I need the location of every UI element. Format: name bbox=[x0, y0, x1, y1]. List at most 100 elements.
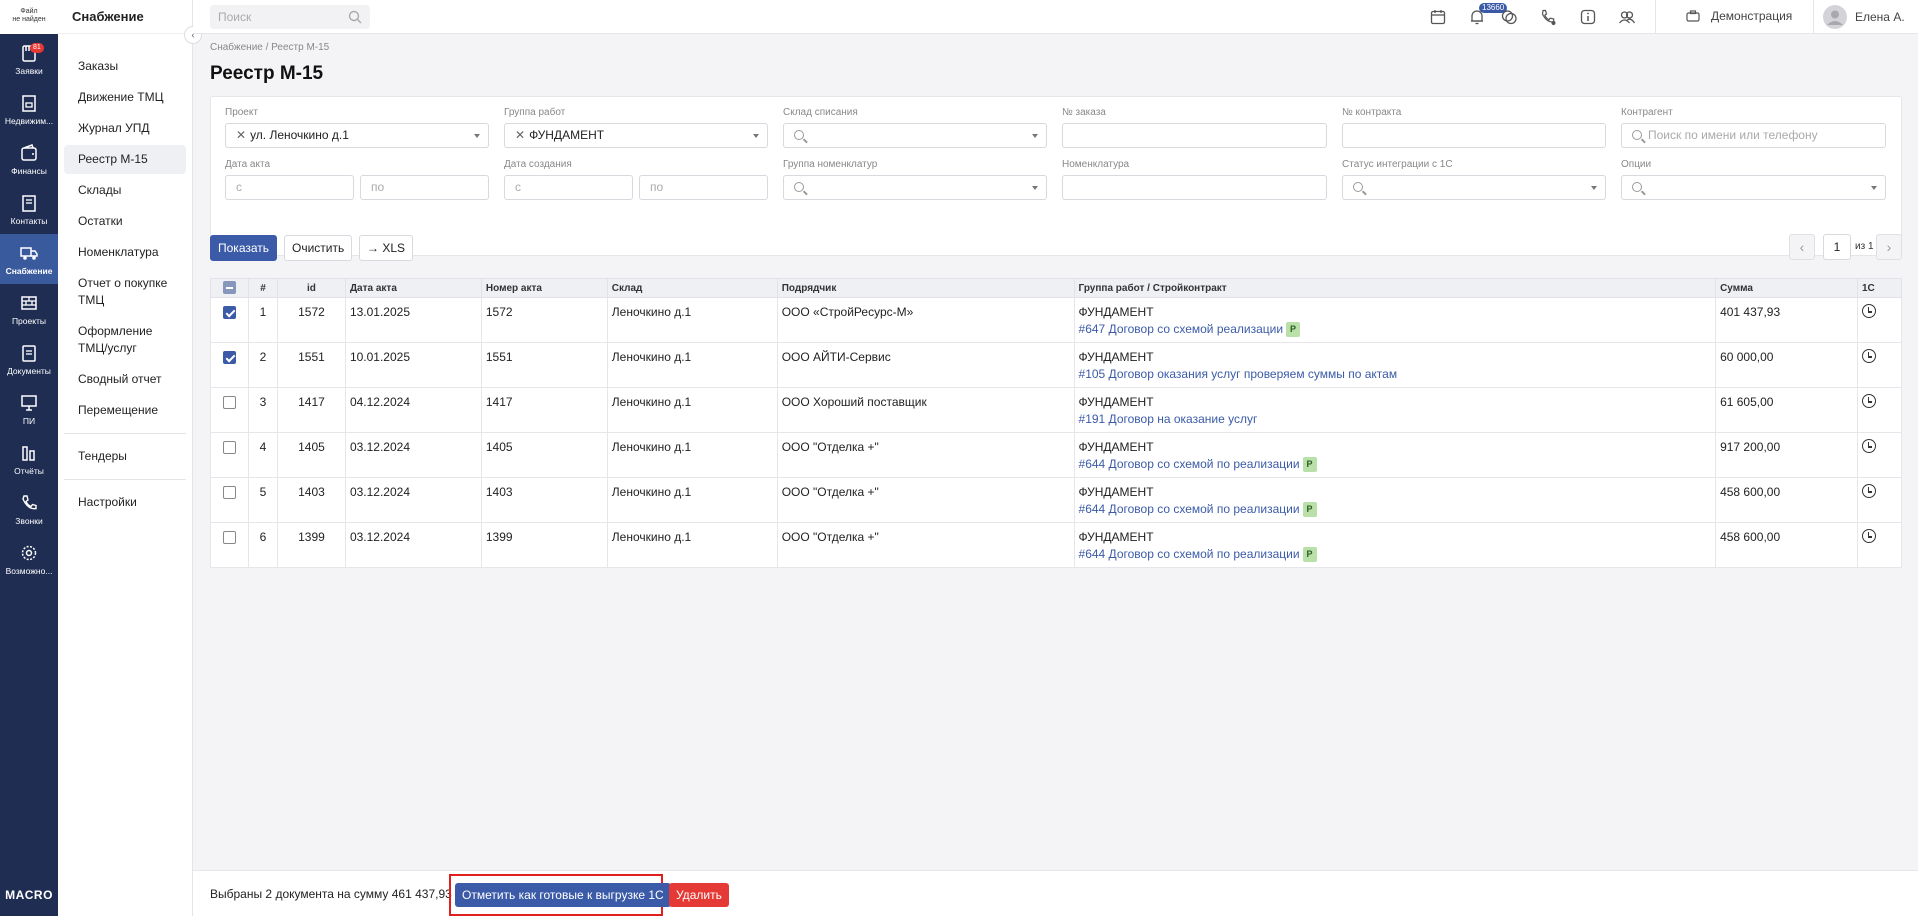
row-checkbox[interactable] bbox=[222, 396, 236, 409]
rail-item-wallet[interactable]: Финансы bbox=[0, 134, 58, 184]
subnav-item[interactable]: Номенклатура bbox=[64, 238, 186, 267]
row-select-cell[interactable] bbox=[210, 342, 249, 388]
clock-icon[interactable] bbox=[1861, 484, 1876, 498]
row-id-link[interactable]: 1403 bbox=[276, 477, 346, 523]
row-id-link[interactable]: 1399 bbox=[276, 522, 346, 568]
contract-link[interactable]: #647 Договор со схемой реализации bbox=[1079, 322, 1284, 336]
status-1c-select[interactable] bbox=[1342, 175, 1606, 200]
column-header[interactable]: Склад bbox=[606, 278, 778, 298]
row-select-cell[interactable] bbox=[210, 297, 249, 343]
subnav-item[interactable]: Сводный отчет bbox=[64, 365, 186, 394]
row-checkbox[interactable] bbox=[222, 306, 236, 319]
table-row[interactable]: 1 1572 13.01.2025 1572 Леночкино д.1 ООО «Стр… bbox=[210, 297, 1903, 343]
row-checkbox[interactable] bbox=[222, 441, 236, 454]
column-header[interactable]: Дата акта bbox=[344, 278, 482, 298]
delete-button[interactable]: Удалить bbox=[669, 883, 729, 907]
rail-item-gear[interactable]: Возможно... bbox=[0, 534, 58, 584]
row-id-link[interactable]: 1405 bbox=[276, 432, 346, 478]
chat-icon[interactable] bbox=[1500, 8, 1518, 26]
rail-item-bar-chart[interactable]: Отчёты bbox=[0, 434, 58, 484]
subnav-item[interactable]: Оформление ТМЦ/услуг bbox=[64, 317, 186, 363]
prev-page-button[interactable]: ‹ bbox=[1789, 234, 1815, 260]
table-row[interactable]: 6 1399 03.12.2024 1399 Леночкино д.1 ООО "Отд… bbox=[210, 522, 1903, 568]
table-row[interactable]: 2 1551 10.01.2025 1551 Леночкино д.1 ООО АЙТИ… bbox=[210, 342, 1903, 388]
table-row[interactable]: 4 1405 03.12.2024 1405 Леночкино д.1 ООО "Отд… bbox=[210, 432, 1903, 478]
page-number-input[interactable]: 1 bbox=[1823, 234, 1851, 260]
rail-item-monitor[interactable]: ПИ bbox=[0, 384, 58, 434]
rail-item-truck[interactable]: Снабжение bbox=[0, 234, 58, 284]
rail-item-contacts[interactable]: Контакты bbox=[0, 184, 58, 234]
info-icon[interactable] bbox=[1579, 8, 1597, 26]
created-date-from-input[interactable]: с bbox=[504, 175, 633, 200]
nomenclature-group-select[interactable] bbox=[783, 175, 1047, 200]
next-page-button[interactable]: › bbox=[1876, 234, 1902, 260]
select-all-cell[interactable] bbox=[210, 278, 249, 298]
global-search-input[interactable]: Поиск bbox=[210, 5, 370, 29]
user-menu[interactable]: Елена А. bbox=[1823, 5, 1905, 29]
clear-icon[interactable]: ✕ bbox=[236, 124, 246, 147]
rail-item-clipboard[interactable]: Заявки 81 bbox=[0, 34, 58, 84]
clear-button[interactable]: Очистить bbox=[284, 235, 353, 261]
row-checkbox[interactable] bbox=[222, 486, 236, 499]
clock-icon[interactable] bbox=[1861, 349, 1876, 363]
team-icon[interactable] bbox=[1618, 8, 1636, 26]
clock-icon[interactable] bbox=[1861, 394, 1876, 408]
row-id-link[interactable]: 1551 bbox=[276, 342, 346, 388]
nomenclature-input[interactable] bbox=[1062, 175, 1327, 200]
row-select-cell[interactable] bbox=[210, 522, 249, 568]
subnav-item[interactable]: Остатки bbox=[64, 207, 186, 236]
subnav-item[interactable]: Заказы bbox=[64, 52, 186, 81]
clock-icon[interactable] bbox=[1861, 439, 1876, 453]
rail-item-bricks[interactable]: Проекты bbox=[0, 284, 58, 334]
row-checkbox[interactable] bbox=[222, 531, 236, 544]
subnav-item[interactable]: Журнал УПД bbox=[64, 114, 186, 143]
contract-link[interactable]: #191 Договор на оказание услуг bbox=[1079, 412, 1258, 426]
table-row[interactable]: 3 1417 04.12.2024 1417 Леночкино д.1 ООО Хоро… bbox=[210, 387, 1903, 433]
column-header[interactable]: Подрядчик bbox=[776, 278, 1075, 298]
show-button[interactable]: Показать bbox=[210, 235, 278, 261]
act-date-from-input[interactable]: с bbox=[225, 175, 354, 200]
row-checkbox[interactable] bbox=[222, 351, 236, 364]
row-select-cell[interactable] bbox=[210, 477, 249, 523]
workgroup-select[interactable]: ✕ ФУНДАМЕНТ bbox=[504, 123, 768, 148]
phone-call-icon[interactable] bbox=[1539, 8, 1557, 26]
subnav-item[interactable]: Тендеры bbox=[64, 442, 186, 471]
rail-item-building[interactable]: Недвижим... bbox=[0, 84, 58, 134]
row-select-cell[interactable] bbox=[210, 432, 249, 478]
subnav-item[interactable]: Движение ТМЦ bbox=[64, 83, 186, 112]
clear-icon[interactable]: ✕ bbox=[515, 124, 525, 147]
column-header[interactable]: # bbox=[247, 278, 278, 298]
act-date-to-input[interactable]: по bbox=[360, 175, 489, 200]
contract-link[interactable]: #105 Договор оказания услуг проверяем су… bbox=[1079, 367, 1398, 381]
row-select-cell[interactable] bbox=[210, 387, 249, 433]
options-select[interactable] bbox=[1621, 175, 1886, 200]
subnav-item[interactable]: Отчет о покупке ТМЦ bbox=[64, 269, 186, 315]
contract-link[interactable]: #644 Договор со схемой по реализации bbox=[1079, 547, 1300, 561]
column-header[interactable]: 1С bbox=[1856, 278, 1903, 298]
subnav-item[interactable]: Перемещение bbox=[64, 396, 186, 425]
calendar-icon[interactable] bbox=[1429, 8, 1447, 26]
column-header[interactable]: id bbox=[276, 278, 346, 298]
clock-icon[interactable] bbox=[1861, 304, 1876, 318]
subnav-item[interactable]: Реестр М-15 bbox=[64, 145, 186, 174]
subnav-item[interactable]: Склады bbox=[64, 176, 186, 205]
column-header[interactable]: Сумма bbox=[1715, 278, 1858, 298]
clock-icon[interactable] bbox=[1861, 529, 1876, 543]
contract-link[interactable]: #644 Договор со схемой по реализации bbox=[1079, 502, 1300, 516]
column-header[interactable]: Группа работ / Стройконтракт bbox=[1073, 278, 1717, 298]
export-xls-button[interactable]: → XLS bbox=[359, 235, 414, 261]
contract-link[interactable]: #644 Договор со схемой по реализации bbox=[1079, 457, 1300, 471]
contract-number-input[interactable] bbox=[1342, 123, 1606, 148]
row-id-link[interactable]: 1572 bbox=[276, 297, 346, 343]
created-date-to-input[interactable]: по bbox=[639, 175, 768, 200]
project-select[interactable]: ✕ ул. Леночкино д.1 bbox=[225, 123, 489, 148]
select-all-checkbox[interactable] bbox=[222, 281, 236, 294]
counterparty-search-input[interactable]: Поиск по имени или телефону bbox=[1621, 123, 1886, 148]
column-header[interactable]: Номер акта bbox=[480, 278, 608, 298]
rail-item-phone[interactable]: Звонки bbox=[0, 484, 58, 534]
table-row[interactable]: 5 1403 03.12.2024 1403 Леночкино д.1 ООО "Отд… bbox=[210, 477, 1903, 523]
subnav-item[interactable]: Настройки bbox=[64, 488, 186, 517]
order-number-input[interactable] bbox=[1062, 123, 1327, 148]
demo-switch[interactable]: Демонстрация bbox=[1685, 8, 1792, 24]
mark-ready-for-1c-button[interactable]: Отметить как готовые к выгрузке 1С bbox=[455, 883, 671, 907]
